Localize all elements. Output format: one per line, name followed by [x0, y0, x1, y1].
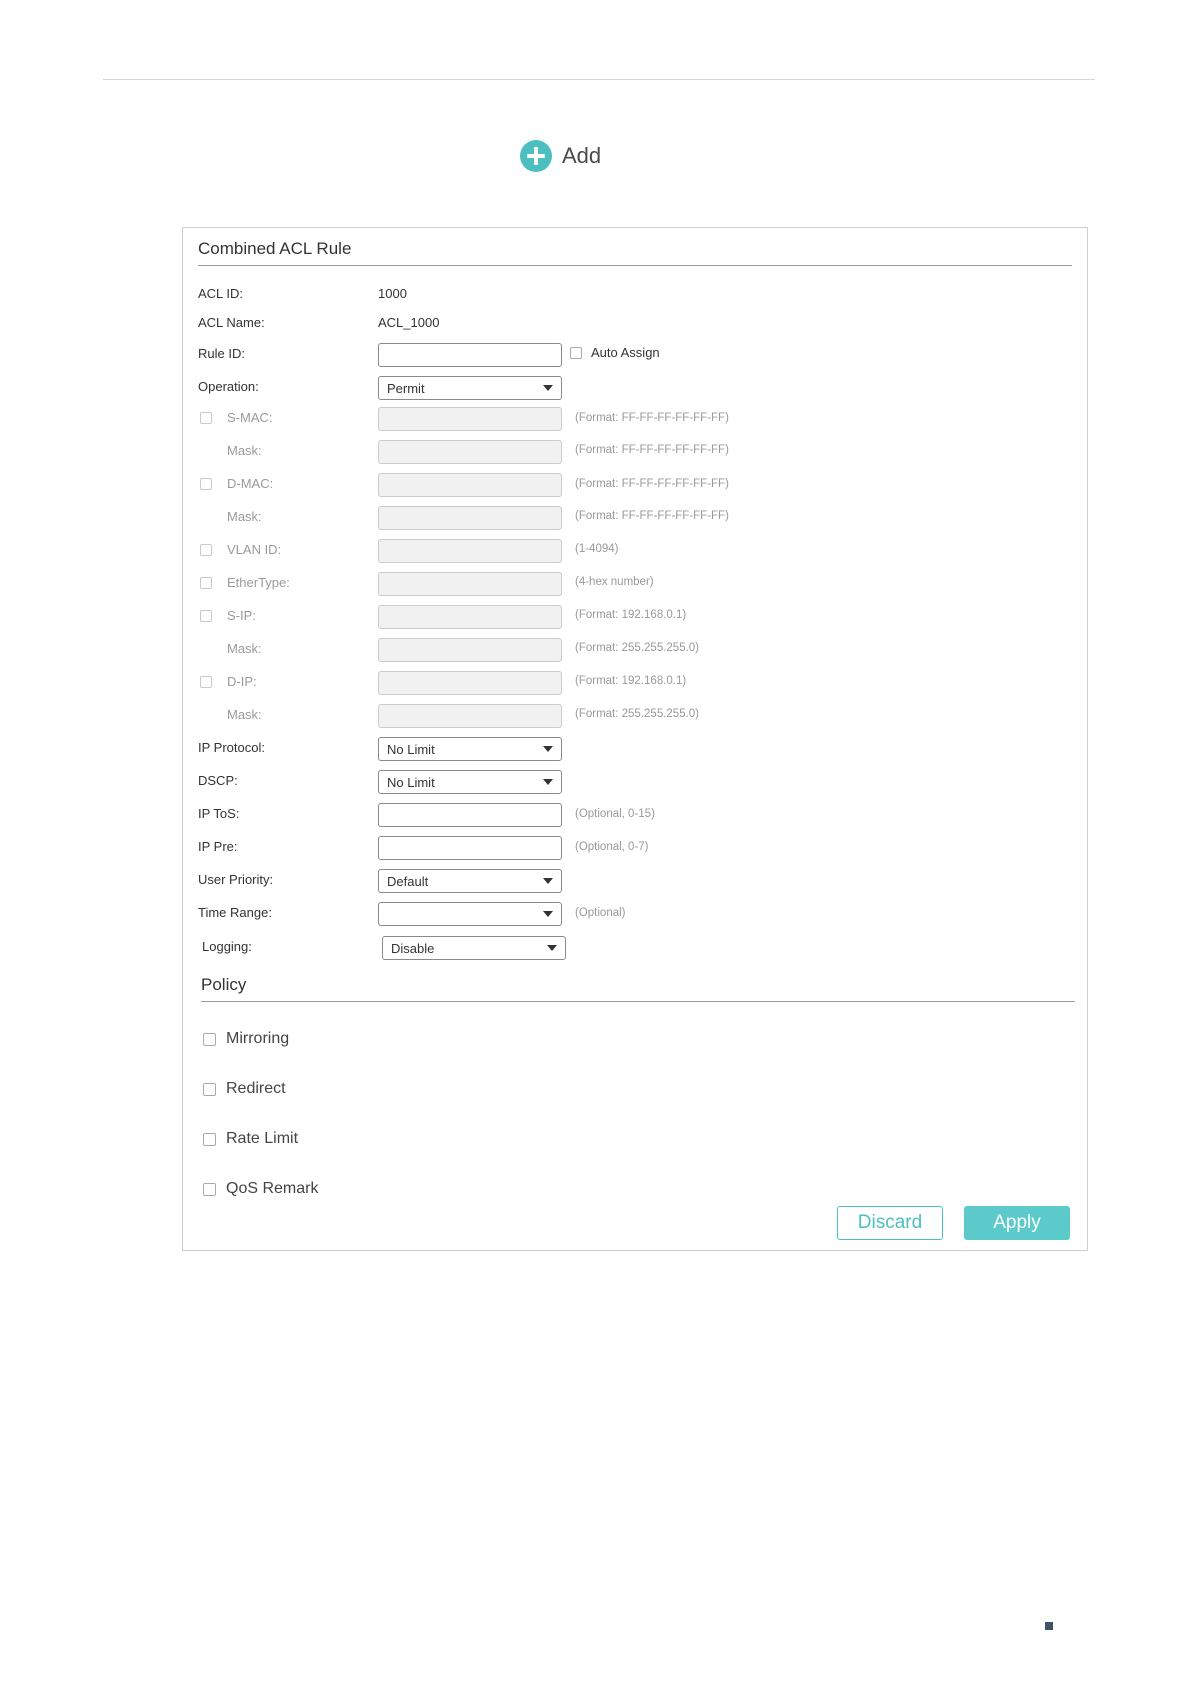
ip-pre-hint: (Optional, 0-7) [575, 841, 649, 853]
dscp-select[interactable]: No Limit [378, 770, 562, 794]
redirect-label: Redirect [226, 1080, 286, 1097]
operation-label: Operation: [198, 379, 259, 394]
vlan-id-label: VLAN ID: [227, 542, 282, 557]
rule-id-input[interactable] [378, 343, 562, 367]
acl-id-label: ACL ID: [198, 286, 244, 301]
mirroring-checkbox[interactable] [203, 1033, 216, 1046]
rate-limit-label: Rate Limit [226, 1130, 299, 1147]
s-mac-mask-hint: (Format: FF-FF-FF-FF-FF-FF) [575, 444, 729, 456]
mirroring-label: Mirroring [226, 1030, 290, 1047]
s-ip-input[interactable] [378, 605, 562, 629]
acl-id-value: 1000 [378, 286, 407, 301]
d-ip-hint: (Format: 192.168.0.1) [575, 675, 687, 687]
ip-protocol-select[interactable]: No Limit [378, 737, 562, 761]
page-top-divider [103, 79, 1095, 80]
logging-select-value: Disable [391, 940, 435, 956]
s-ip-hint: (Format: 192.168.0.1) [575, 609, 687, 621]
d-mac-hint: (Format: FF-FF-FF-FF-FF-FF) [575, 478, 729, 490]
apply-button[interactable]: Apply [964, 1206, 1070, 1240]
dropdown-caret-icon [547, 945, 557, 951]
d-ip-label: D-IP: [227, 674, 257, 689]
acl-name-value: ACL_1000 [378, 315, 440, 330]
ip-tos-label: IP ToS: [198, 806, 240, 821]
time-range-select[interactable] [378, 902, 562, 926]
d-ip-mask-input[interactable] [378, 704, 562, 728]
dropdown-caret-icon [543, 746, 553, 752]
ip-protocol-label: IP Protocol: [198, 740, 265, 755]
vlan-id-hint: (1-4094) [575, 543, 619, 555]
add-label: Add [562, 143, 602, 168]
d-ip-mask-hint: (Format: 255.255.255.0) [575, 708, 700, 720]
policy-title: Policy [201, 975, 247, 994]
s-ip-checkbox[interactable] [200, 610, 212, 622]
rule-id-label: Rule ID: [198, 346, 245, 361]
d-mac-mask-label: Mask: [227, 509, 262, 524]
dropdown-caret-icon [543, 911, 553, 917]
policy-divider [201, 1001, 1075, 1002]
time-range-label: Time Range: [198, 905, 272, 920]
operation-select[interactable]: Permit [378, 376, 562, 400]
auto-assign-checkbox[interactable] [570, 347, 582, 359]
auto-assign-label: Auto Assign [591, 345, 660, 360]
user-priority-label: User Priority: [198, 872, 274, 887]
time-range-hint: (Optional) [575, 907, 626, 919]
acl-name-label: ACL Name: [198, 315, 265, 330]
ethertype-checkbox[interactable] [200, 577, 212, 589]
discard-button[interactable]: Discard [837, 1206, 943, 1240]
ip-pre-label: IP Pre: [198, 839, 238, 854]
dscp-select-value: No Limit [387, 774, 435, 790]
vlan-id-checkbox[interactable] [200, 544, 212, 556]
panel-title: Combined ACL Rule [198, 239, 352, 258]
combined-acl-rule-panel: Combined ACL Rule ACL ID: 1000 ACL Name:… [182, 227, 1088, 1251]
ip-protocol-select-value: No Limit [387, 741, 435, 757]
ethertype-input[interactable] [378, 572, 562, 596]
d-mac-checkbox[interactable] [200, 478, 212, 490]
user-priority-select-value: Default [387, 873, 429, 889]
s-ip-mask-input[interactable] [378, 638, 562, 662]
d-mac-input[interactable] [378, 473, 562, 497]
d-mac-label: D-MAC: [227, 476, 274, 491]
s-mac-input[interactable] [378, 407, 562, 431]
ip-tos-hint: (Optional, 0-15) [575, 808, 655, 820]
ethertype-hint: (4-hex number) [575, 576, 654, 588]
ethertype-label: EtherType: [227, 575, 290, 590]
s-mac-mask-input[interactable] [378, 440, 562, 464]
d-ip-mask-label: Mask: [227, 707, 262, 722]
s-ip-mask-hint: (Format: 255.255.255.0) [575, 642, 700, 654]
add-button[interactable]: Add [520, 140, 601, 172]
ip-tos-input[interactable] [378, 803, 562, 827]
s-mac-hint: (Format: FF-FF-FF-FF-FF-FF) [575, 412, 729, 424]
logging-select[interactable]: Disable [382, 936, 566, 960]
user-priority-select[interactable]: Default [378, 869, 562, 893]
vlan-id-input[interactable] [378, 539, 562, 563]
dropdown-caret-icon [543, 385, 553, 391]
d-mac-mask-input[interactable] [378, 506, 562, 530]
s-mac-label: S-MAC: [227, 410, 273, 425]
rate-limit-checkbox[interactable] [203, 1133, 216, 1146]
d-ip-input[interactable] [378, 671, 562, 695]
title-divider [198, 265, 1072, 266]
qos-remark-label: QoS Remark [226, 1180, 319, 1197]
ip-pre-input[interactable] [378, 836, 562, 860]
qos-remark-checkbox[interactable] [203, 1183, 216, 1196]
dscp-label: DSCP: [198, 773, 238, 788]
s-ip-label: S-IP: [227, 608, 256, 623]
s-mac-mask-label: Mask: [227, 443, 262, 458]
dropdown-caret-icon [543, 878, 553, 884]
dropdown-caret-icon [543, 779, 553, 785]
page-corner-mark [1045, 1622, 1053, 1630]
redirect-checkbox[interactable] [203, 1083, 216, 1096]
s-mac-checkbox[interactable] [200, 412, 212, 424]
plus-circle-icon [520, 140, 552, 172]
s-ip-mask-label: Mask: [227, 641, 262, 656]
d-mac-mask-hint: (Format: FF-FF-FF-FF-FF-FF) [575, 510, 729, 522]
d-ip-checkbox[interactable] [200, 676, 212, 688]
logging-label: Logging: [202, 939, 252, 954]
operation-select-value: Permit [387, 380, 425, 396]
